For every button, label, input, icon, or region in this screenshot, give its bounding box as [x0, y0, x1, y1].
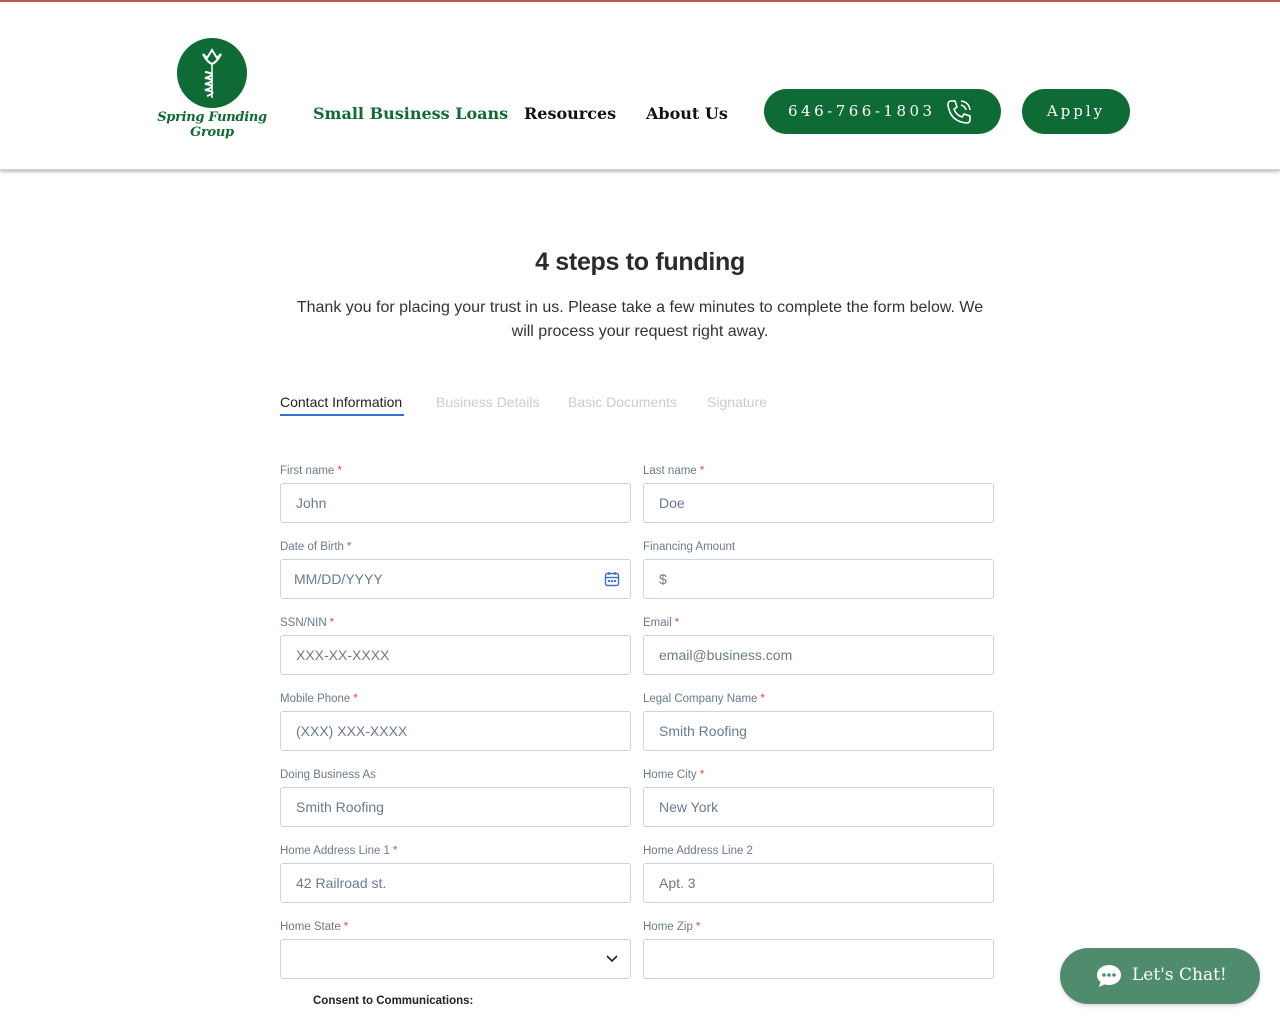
- mobile-phone-label: Mobile Phone *: [280, 693, 358, 705]
- address2-input[interactable]: [659, 875, 959, 891]
- company-name-input[interactable]: [659, 723, 959, 739]
- tab-business-details[interactable]: Business Details: [436, 394, 540, 410]
- calendar-icon[interactable]: [604, 571, 620, 587]
- home-city-label: Home City *: [643, 769, 705, 781]
- home-state-select[interactable]: [280, 939, 631, 979]
- first-name-field[interactable]: [280, 483, 631, 523]
- dba-field[interactable]: [280, 787, 631, 827]
- logo-text: Spring Funding Group: [157, 110, 267, 140]
- address2-field[interactable]: [643, 863, 994, 903]
- chevron-down-icon: [606, 955, 618, 963]
- phone-button[interactable]: 646-766-1803: [764, 89, 1001, 134]
- address1-input[interactable]: [296, 875, 596, 891]
- last-name-field[interactable]: [643, 483, 994, 523]
- phone-icon: [947, 100, 971, 124]
- home-zip-label: Home Zip *: [643, 921, 701, 933]
- financing-amount-field[interactable]: [643, 559, 994, 599]
- email-field[interactable]: [643, 635, 994, 675]
- company-name-field[interactable]: [643, 711, 994, 751]
- email-input[interactable]: [659, 647, 959, 663]
- company-name-label: Legal Company Name *: [643, 693, 765, 705]
- tab-signature[interactable]: Signature: [707, 394, 767, 410]
- chat-label: Let's Chat!: [1132, 965, 1227, 985]
- financing-amount-label: Financing Amount: [643, 541, 736, 553]
- ssn-input[interactable]: [296, 647, 596, 663]
- home-city-input[interactable]: [659, 799, 959, 815]
- nav-resources[interactable]: Resources: [524, 104, 616, 123]
- mobile-phone-input[interactable]: [296, 723, 596, 739]
- home-city-field[interactable]: [643, 787, 994, 827]
- apply-button[interactable]: Apply: [1022, 89, 1130, 134]
- first-name-input[interactable]: [296, 495, 596, 511]
- tab-basic-documents[interactable]: Basic Documents: [568, 394, 677, 410]
- address2-label: Home Address Line 2: [643, 845, 753, 857]
- first-name-label: First name *: [280, 465, 342, 477]
- email-label: Email *: [643, 617, 680, 629]
- nav-small-business-loans[interactable]: Small Business Loans: [313, 104, 508, 123]
- mobile-phone-field[interactable]: [280, 711, 631, 751]
- chat-bubble-icon: [1097, 965, 1121, 987]
- ssn-field[interactable]: [280, 635, 631, 675]
- financing-amount-input[interactable]: [659, 571, 959, 587]
- ssn-label: SSN/NIN *: [280, 617, 335, 629]
- chat-button[interactable]: Let's Chat!: [1060, 948, 1260, 1004]
- dob-input[interactable]: [294, 571, 594, 587]
- page-title: 4 steps to funding: [535, 248, 745, 276]
- tulip-icon: [202, 48, 222, 98]
- dob-label: Date of Birth *: [280, 541, 352, 553]
- home-zip-input[interactable]: [659, 951, 959, 967]
- home-zip-field[interactable]: [643, 939, 994, 979]
- dba-label: Doing Business As: [280, 769, 376, 781]
- logo[interactable]: Spring Funding Group: [150, 38, 274, 140]
- dob-field[interactable]: [280, 559, 631, 599]
- dba-input[interactable]: [296, 799, 596, 815]
- active-tab-indicator: [280, 414, 404, 416]
- address1-label: Home Address Line 1 *: [280, 845, 398, 857]
- last-name-label: Last name *: [643, 465, 705, 477]
- logo-emblem: [177, 38, 247, 108]
- home-state-label: Home State *: [280, 921, 349, 933]
- phone-number: 646-766-1803: [788, 102, 936, 120]
- last-name-input[interactable]: [659, 495, 959, 511]
- nav-about-us[interactable]: About Us: [646, 104, 728, 123]
- address1-field[interactable]: [280, 863, 631, 903]
- tab-contact-information[interactable]: Contact Information: [280, 394, 402, 410]
- consent-heading: Consent to Communications:: [313, 995, 474, 1007]
- site-header: Spring Funding Group Small Business Loan…: [0, 2, 1280, 170]
- intro-text: Thank you for placing your trust in us. …: [296, 299, 984, 340]
